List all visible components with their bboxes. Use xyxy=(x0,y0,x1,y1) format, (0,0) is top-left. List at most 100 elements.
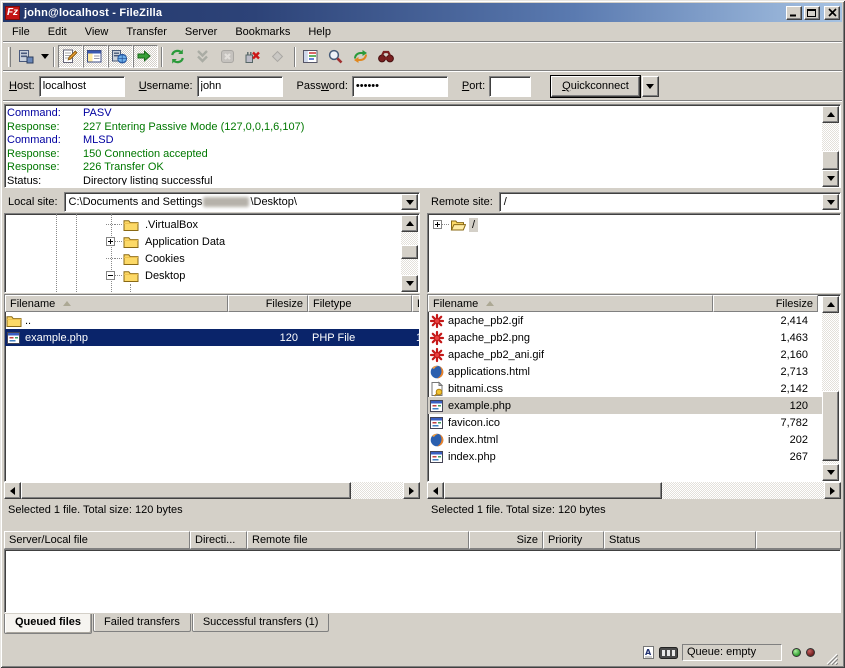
scrollbar-thumb[interactable] xyxy=(822,391,839,461)
scrollbar-thumb[interactable] xyxy=(822,151,839,170)
local-directory-tree[interactable]: .VirtualBoxApplication DataCookiesDeskto… xyxy=(4,213,420,293)
column-header-filename[interactable]: Filename xyxy=(428,295,713,312)
scrollbar-thumb[interactable] xyxy=(444,482,662,499)
local-tree-vertical-scrollbar[interactable] xyxy=(401,215,418,292)
cancel-button[interactable] xyxy=(216,45,241,68)
column-header-filesize[interactable]: Filesize xyxy=(228,295,308,312)
password-input[interactable] xyxy=(353,77,447,96)
scroll-down-button[interactable] xyxy=(401,275,418,292)
file-row-examplephp[interactable]: example.php120PHP File1 xyxy=(5,329,419,346)
close-button[interactable] xyxy=(824,6,840,20)
file-row-apachepb2anigif[interactable]: apache_pb2_ani.gif2,160 xyxy=(428,346,823,363)
compare-button[interactable] xyxy=(324,45,349,68)
site-manager-dropdown-button[interactable] xyxy=(39,45,50,68)
disconnect-button[interactable] xyxy=(241,45,266,68)
toggle-local-tree-button[interactable] xyxy=(83,45,108,68)
column-header-filesize[interactable]: Filesize xyxy=(713,295,818,312)
scroll-left-button[interactable] xyxy=(427,482,444,499)
scroll-left-button[interactable] xyxy=(4,482,21,499)
scrollbar-thumb[interactable] xyxy=(401,245,418,259)
toggle-local-tree-icon xyxy=(86,49,103,65)
tree-item-virtualbox[interactable]: .VirtualBox xyxy=(5,216,401,233)
queue-column-directi[interactable]: Directi... xyxy=(190,531,247,549)
process-queue-button[interactable] xyxy=(191,45,216,68)
host-input[interactable] xyxy=(40,77,124,96)
toggle-log-button[interactable] xyxy=(58,45,83,68)
file-row-apachepb2gif[interactable]: apache_pb2.gif2,414 xyxy=(428,312,823,329)
queue-column-size[interactable]: Size xyxy=(469,531,543,549)
scroll-right-button[interactable] xyxy=(403,482,420,499)
column-header-l[interactable]: L xyxy=(412,295,420,312)
expand-icon[interactable] xyxy=(106,237,115,246)
tree-item-cookies[interactable]: Cookies xyxy=(5,250,401,267)
menu-file[interactable]: File xyxy=(3,24,39,40)
tree-item-[interactable]: / xyxy=(428,216,838,233)
password-label: Password: xyxy=(297,80,348,92)
local-file-list[interactable]: FilenameFilesizeFiletypeL ..example.php1… xyxy=(4,294,420,482)
file-row-indexhtml[interactable]: index.html202 xyxy=(428,431,823,448)
file-row-applicationshtml[interactable]: applications.html2,713 xyxy=(428,363,823,380)
queue-column-status[interactable]: Status xyxy=(604,531,756,549)
column-header-filename[interactable]: Filename xyxy=(5,295,228,312)
site-manager-button[interactable] xyxy=(14,45,39,68)
filter-icon xyxy=(302,49,319,65)
find-files-button[interactable] xyxy=(374,45,399,68)
tree-item-desktop[interactable]: Desktop xyxy=(5,267,401,284)
column-header-filetype[interactable]: Filetype xyxy=(308,295,412,312)
local-site-dropdown-button[interactable] xyxy=(401,194,418,210)
scrollbar-thumb[interactable] xyxy=(21,482,351,499)
tree-item-applicationdata[interactable]: Application Data xyxy=(5,233,401,250)
remote-file-list[interactable]: FilenameFilesize apache_pb2.gif2,414apac… xyxy=(427,294,841,482)
port-input[interactable] xyxy=(490,77,530,96)
filetype-cell: PHP File xyxy=(308,329,412,346)
menu-view[interactable]: View xyxy=(76,24,118,40)
remote-site-combobox[interactable]: / xyxy=(499,192,841,212)
resize-grip[interactable] xyxy=(824,651,838,665)
menu-edit[interactable]: Edit xyxy=(39,24,76,40)
remote-site-dropdown-button[interactable] xyxy=(822,194,839,210)
remote-list-vertical-scrollbar[interactable] xyxy=(822,296,839,481)
quickconnect-dropdown-button[interactable] xyxy=(642,76,659,97)
expand-icon[interactable] xyxy=(433,220,442,229)
file-row-indexphp[interactable]: index.php267 xyxy=(428,448,823,465)
tab-successful-transfers--1-[interactable]: Successful transfers (1) xyxy=(192,614,330,632)
scroll-up-button[interactable] xyxy=(822,106,839,123)
menu-transfer[interactable]: Transfer xyxy=(117,24,176,40)
local-horizontal-scrollbar[interactable] xyxy=(4,482,420,499)
collapse-icon[interactable] xyxy=(106,271,115,280)
transfer-queue-list[interactable] xyxy=(4,549,841,613)
scroll-up-button[interactable] xyxy=(822,296,839,313)
scroll-right-button[interactable] xyxy=(824,482,841,499)
queue-column-priority[interactable]: Priority xyxy=(543,531,604,549)
scroll-down-button[interactable] xyxy=(822,170,839,187)
quickconnect-button[interactable]: Quickconnect xyxy=(551,76,640,97)
scroll-down-button[interactable] xyxy=(822,464,839,481)
local-site-combobox[interactable]: C:\Documents and Settings\Desktop\ xyxy=(64,192,420,212)
username-input[interactable] xyxy=(198,77,282,96)
file-row-bitnamicss[interactable]: bitnami.css2,142 xyxy=(428,380,823,397)
log-vertical-scrollbar[interactable] xyxy=(822,106,839,187)
message-log[interactable]: Command:PASVResponse:227 Entering Passiv… xyxy=(4,104,841,188)
scroll-up-button[interactable] xyxy=(401,215,418,232)
filter-button[interactable] xyxy=(299,45,324,68)
file-row-faviconico[interactable]: favicon.ico7,782 xyxy=(428,414,823,431)
queue-column-serverlocalfile[interactable]: Server/Local file xyxy=(4,531,190,549)
remote-directory-tree[interactable]: / xyxy=(427,213,841,293)
reconnect-button[interactable] xyxy=(266,45,291,68)
queue-column-remotefile[interactable]: Remote file xyxy=(247,531,469,549)
tab-queued-files[interactable]: Queued files xyxy=(4,614,92,634)
maximize-button[interactable] xyxy=(804,6,820,20)
remote-horizontal-scrollbar[interactable] xyxy=(427,482,841,499)
file-row-[interactable]: .. xyxy=(5,312,419,329)
menu-help[interactable]: Help xyxy=(299,24,340,40)
refresh-button[interactable] xyxy=(166,45,191,68)
tab-failed-transfers[interactable]: Failed transfers xyxy=(93,614,191,632)
sync-browsing-button[interactable] xyxy=(349,45,374,68)
menu-server[interactable]: Server xyxy=(176,24,226,40)
file-row-apachepb2png[interactable]: apache_pb2.png1,463 xyxy=(428,329,823,346)
toggle-queue-button[interactable] xyxy=(133,45,158,68)
file-row-examplephp[interactable]: example.php120 xyxy=(428,397,823,414)
minimize-button[interactable] xyxy=(786,6,802,20)
menu-bookmarks[interactable]: Bookmarks xyxy=(226,24,299,40)
toggle-remote-tree-button[interactable] xyxy=(108,45,133,68)
